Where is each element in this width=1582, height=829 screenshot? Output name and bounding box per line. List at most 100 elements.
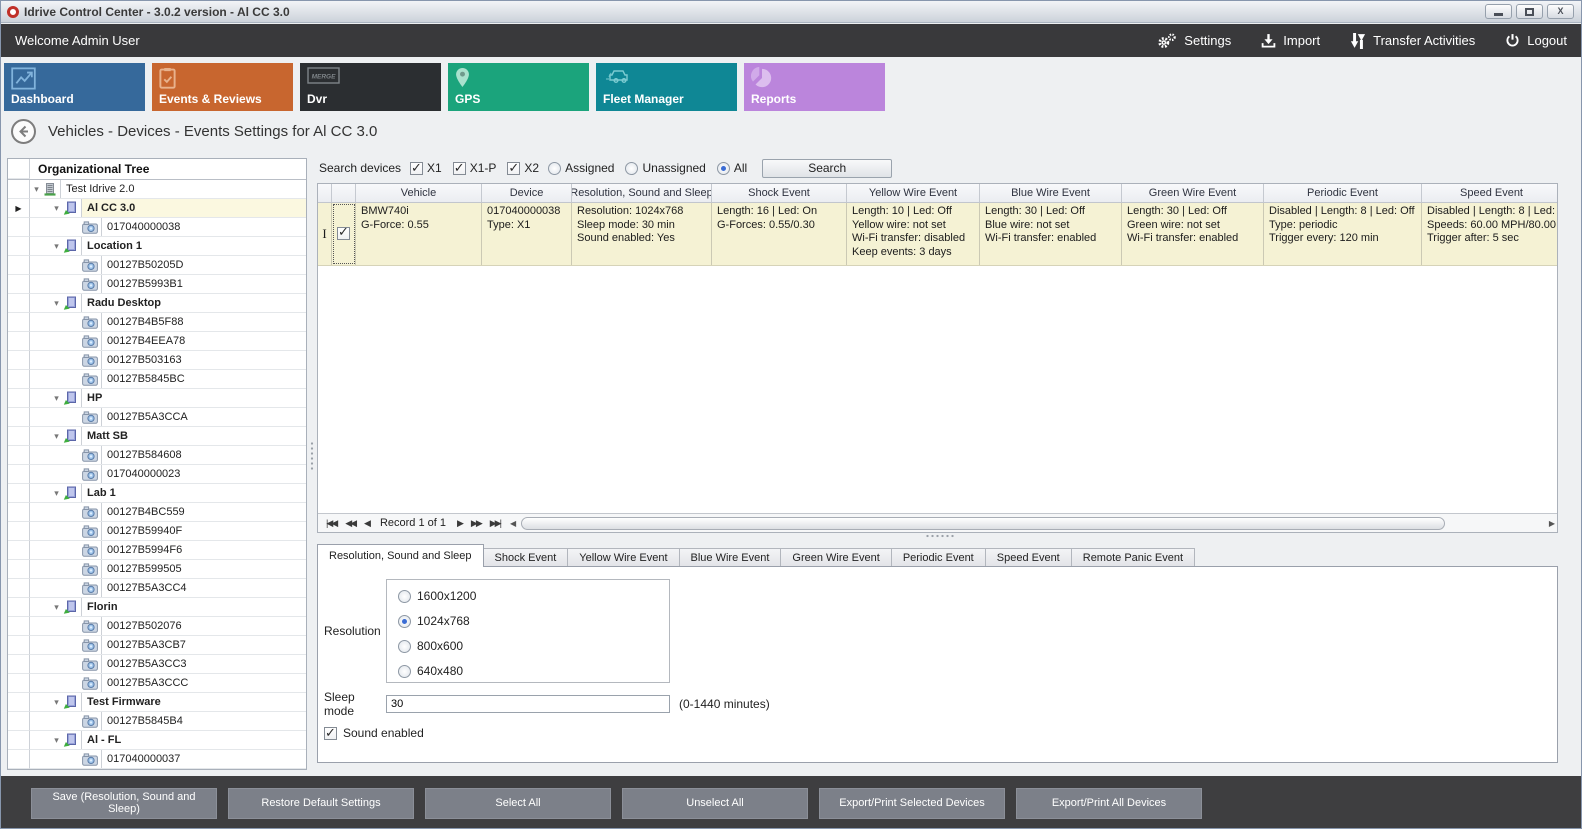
column-header-vehicle[interactable]: Vehicle [356, 184, 482, 202]
radio-icon[interactable] [717, 162, 730, 175]
grid-cell-green-wire-event[interactable]: Length: 30 | Led: OffGreen wire: not set… [1122, 203, 1264, 265]
topbar-action-logout[interactable]: Logout [1505, 33, 1567, 49]
tab-shock-event[interactable]: Shock Event [484, 548, 569, 567]
tree-row-00127b50205d[interactable]: 00127B50205D [8, 256, 306, 275]
checkbox-icon[interactable] [507, 162, 520, 175]
grid-cell-shock-event[interactable]: Length: 16 | Led: OnG-Forces: 0.55/0.30 [712, 203, 847, 265]
collapse-arrow-icon[interactable]: ▾ [50, 697, 63, 708]
module-tab-dvr[interactable]: MERGEDvr [300, 63, 441, 111]
collapse-arrow-icon[interactable]: ▾ [50, 241, 63, 252]
tab-resolution-sound-and-sleep[interactable]: Resolution, Sound and Sleep [317, 544, 484, 567]
filter-radio-all[interactable]: All [717, 161, 747, 175]
tree-row-hp[interactable]: ▾HP [8, 389, 306, 408]
collapse-arrow-icon[interactable]: ▾ [50, 298, 63, 309]
minimize-button[interactable] [1485, 4, 1512, 19]
collapse-arrow-icon[interactable]: ▾ [50, 431, 63, 442]
select-all-button[interactable]: Select All [425, 788, 611, 819]
column-header-resolution-sound-and-sleep[interactable]: Resolution, Sound and Sleep [572, 184, 712, 202]
topbar-action-import[interactable]: Import [1261, 33, 1320, 49]
close-button[interactable]: X [1547, 4, 1574, 19]
column-header-yellow-wire-event[interactable]: Yellow Wire Event [847, 184, 980, 202]
grid-cell-vehicle[interactable]: BMW740iG-Force: 0.55 [356, 203, 482, 265]
collapse-arrow-icon[interactable]: ▾ [50, 602, 63, 613]
topbar-action-transfer-activities[interactable]: Transfer Activities [1350, 33, 1475, 49]
grid-cell-speed-event[interactable]: Disabled | Length: 8 | Led: OffSpeeds: 6… [1422, 203, 1558, 265]
radio-icon[interactable] [398, 615, 411, 628]
tree-row-00127b59940f[interactable]: 00127B59940F [8, 522, 306, 541]
radio-icon[interactable] [548, 162, 561, 175]
radio-icon[interactable] [398, 590, 411, 603]
vertical-splitter-grip[interactable] [310, 441, 314, 471]
tree-row-test-idrive-2-0[interactable]: ▾Test Idrive 2.0 [8, 180, 306, 199]
tree-row-00127b4b5f88[interactable]: 00127B4B5F88 [8, 313, 306, 332]
column-header-shock-event[interactable]: Shock Event [712, 184, 847, 202]
tree-row-00127b599505[interactable]: 00127B599505 [8, 560, 306, 579]
tree-row-al-cc-3-0[interactable]: ▶▾Al CC 3.0 [8, 199, 306, 218]
tree-row-00127b4bc559[interactable]: 00127B4BC559 [8, 503, 306, 522]
radio-icon[interactable] [398, 665, 411, 678]
scroll-right-icon[interactable]: ▶ [1549, 519, 1555, 528]
tree-row-00127b503163[interactable]: 00127B503163 [8, 351, 306, 370]
tab-green-wire-event[interactable]: Green Wire Event [781, 548, 891, 567]
topbar-action-settings[interactable]: Settings [1156, 33, 1231, 49]
prev-page-button[interactable]: ◀◀ [345, 518, 355, 529]
radio-icon[interactable] [398, 640, 411, 653]
last-record-button[interactable]: ▶▶| [490, 518, 500, 529]
tree-row-017040000023[interactable]: 017040000023 [8, 465, 306, 484]
grid-cell-resolution-sound-and-sleep[interactable]: Resolution: 1024x768Sleep mode: 30 minSo… [572, 203, 712, 265]
back-button[interactable] [11, 119, 36, 144]
module-tab-dashboard[interactable]: Dashboard [4, 63, 145, 111]
first-record-button[interactable]: |◀◀ [326, 518, 336, 529]
column-header-device[interactable]: Device [482, 184, 572, 202]
tree-row-00127b5845b4[interactable]: 00127B5845B4 [8, 712, 306, 731]
save-resolution-sound-and-sleep-button[interactable]: Save (Resolution, Sound and Sleep) [31, 788, 217, 819]
tree-row-00127b5845bc[interactable]: 00127B5845BC [8, 370, 306, 389]
row-select-checkbox[interactable] [337, 227, 350, 240]
column-header-speed-event[interactable]: Speed Event [1422, 184, 1558, 202]
tree-row-017040000038[interactable]: 017040000038 [8, 218, 306, 237]
scrollbar-thumb[interactable] [521, 517, 1445, 530]
horizontal-splitter-grip[interactable] [925, 534, 955, 538]
resolution-option-1024x768[interactable]: 1024x768 [398, 614, 669, 628]
module-tab-gps[interactable]: GPS [448, 63, 589, 111]
radio-icon[interactable] [625, 162, 638, 175]
restore-default-settings-button[interactable]: Restore Default Settings [228, 788, 414, 819]
search-button[interactable]: Search [762, 159, 892, 178]
column-header-green-wire-event[interactable]: Green Wire Event [1122, 184, 1264, 202]
tree-row-00127b5a3cc3[interactable]: 00127B5A3CC3 [8, 655, 306, 674]
tree-row-location-1[interactable]: ▾Location 1 [8, 237, 306, 256]
resolution-option-1600x1200[interactable]: 1600x1200 [398, 589, 669, 603]
tree-row-00127b4eea78[interactable]: 00127B4EEA78 [8, 332, 306, 351]
maximize-button[interactable] [1516, 4, 1543, 19]
tab-remote-panic-event[interactable]: Remote Panic Event [1072, 548, 1195, 567]
scrollbar-track[interactable] [519, 517, 1546, 530]
resolution-option-640x480[interactable]: 640x480 [398, 664, 669, 678]
next-record-button[interactable]: ▶ [457, 518, 462, 529]
tree-row-00127b5994f6[interactable]: 00127B5994F6 [8, 541, 306, 560]
tree-row-radu-desktop[interactable]: ▾Radu Desktop [8, 294, 306, 313]
tree-row-00127b5a3cb7[interactable]: 00127B5A3CB7 [8, 636, 306, 655]
grid-cell-yellow-wire-event[interactable]: Length: 10 | Led: OffYellow wire: not se… [847, 203, 980, 265]
tree-row-florin[interactable]: ▾Florin [8, 598, 306, 617]
next-page-button[interactable]: ▶▶ [471, 518, 481, 529]
unselect-all-button[interactable]: Unselect All [622, 788, 808, 819]
tree-row-017040000037[interactable]: 017040000037 [8, 750, 306, 769]
collapse-arrow-icon[interactable]: ▾ [50, 393, 63, 404]
horizontal-scrollbar[interactable]: ◀ ▶ [508, 514, 1557, 532]
module-tab-events-reviews[interactable]: Events & Reviews [152, 63, 293, 111]
resolution-option-800x600[interactable]: 800x600 [398, 639, 669, 653]
checkbox-icon[interactable] [453, 162, 466, 175]
collapse-arrow-icon[interactable]: ▾ [50, 203, 63, 214]
filter-radio-assigned[interactable]: Assigned [548, 161, 614, 175]
filter-radio-unassigned[interactable]: Unassigned [625, 161, 705, 175]
checkbox-icon[interactable] [410, 162, 423, 175]
device-type-checkbox-x1[interactable]: X1 [410, 161, 442, 175]
export-print-selected-devices-button[interactable]: Export/Print Selected Devices [819, 788, 1005, 819]
grid-data-row[interactable]: IBMW740iG-Force: 0.55017040000038Type: X… [318, 203, 1557, 266]
grid-cell-periodic-event[interactable]: Disabled | Length: 8 | Led: OffType: per… [1264, 203, 1422, 265]
module-tab-fleet-manager[interactable]: Fleet Manager [596, 63, 737, 111]
tree-row-00127b5a3cc4[interactable]: 00127B5A3CC4 [8, 579, 306, 598]
tree-row-al-fl[interactable]: ▾Al - FL [8, 731, 306, 750]
collapse-arrow-icon[interactable]: ▾ [50, 488, 63, 499]
tree-row-00127b5a3ccc[interactable]: 00127B5A3CCC [8, 674, 306, 693]
